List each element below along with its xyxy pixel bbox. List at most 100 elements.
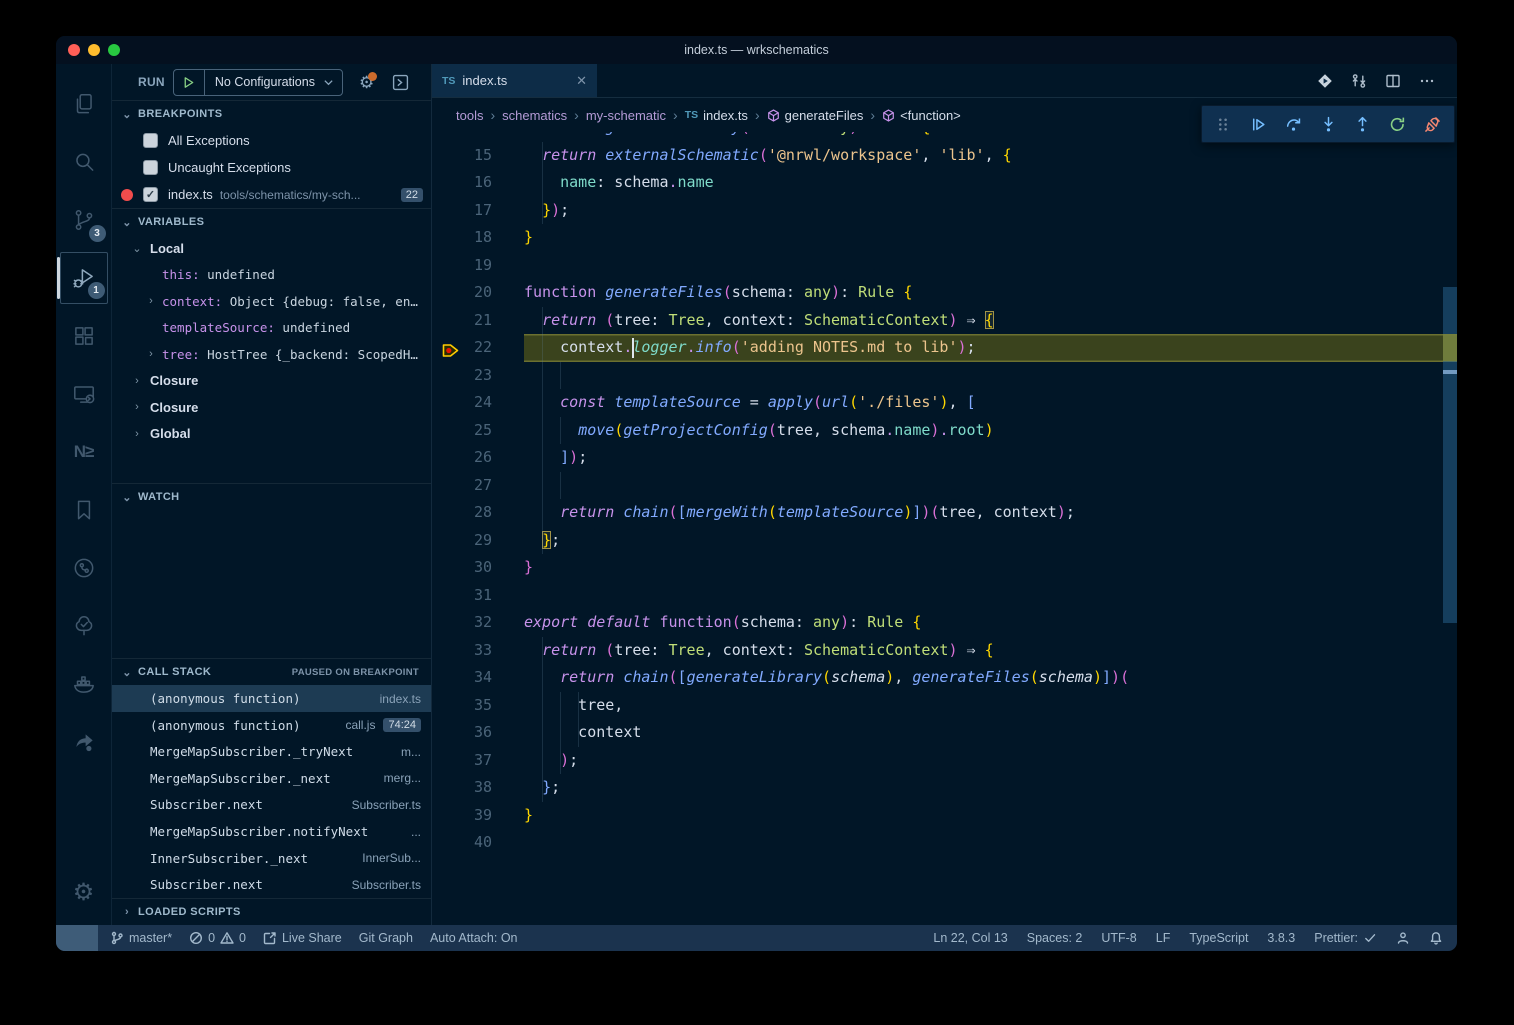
- close-tab-icon[interactable]: ✕: [576, 73, 587, 89]
- chevron-right-icon[interactable]: ›: [144, 348, 158, 360]
- status-indentation[interactable]: Spaces: 2: [1027, 931, 1083, 945]
- line-gutter[interactable]: 39: [432, 802, 524, 830]
- debug-console-panel-icon[interactable]: [392, 74, 409, 91]
- activity-nx-console-icon[interactable]: N≥: [60, 426, 108, 478]
- activity-timeline-icon[interactable]: [60, 542, 108, 594]
- code-line[interactable]: 39}: [432, 802, 1457, 830]
- call-stack-section-header[interactable]: ⌄ CALL STACK PAUSED ON BREAKPOINT: [112, 658, 431, 685]
- open-changes-icon[interactable]: [1317, 73, 1333, 89]
- line-gutter[interactable]: 37: [432, 747, 524, 775]
- line-gutter[interactable]: 27: [432, 472, 524, 500]
- activity-extensions-icon[interactable]: [60, 310, 108, 362]
- line-gutter[interactable]: 17: [432, 197, 524, 225]
- variable-row[interactable]: ›tree: HostTree {_backend: ScopedH…: [112, 341, 431, 368]
- code-line[interactable]: 32export default function(schema: any): …: [432, 609, 1457, 637]
- variable-scope-row[interactable]: ›Closure: [112, 394, 431, 421]
- status-prettier[interactable]: Prettier:: [1314, 931, 1377, 945]
- call-stack-frame[interactable]: MergeMapSubscriber.notifyNext...: [112, 818, 431, 845]
- code-line[interactable]: 17 });: [432, 197, 1457, 225]
- debug-settings-gear-icon[interactable]: ⚙: [359, 74, 374, 91]
- status-ts-version[interactable]: 3.8.3: [1267, 931, 1295, 945]
- call-stack-frame[interactable]: MergeMapSubscriber._nextmerg...: [112, 765, 431, 792]
- variable-scope-row[interactable]: ›Global: [112, 421, 431, 448]
- breakpoint-row[interactable]: All Exceptions: [112, 127, 431, 154]
- line-gutter[interactable]: 32: [432, 609, 524, 637]
- line-gutter[interactable]: 35: [432, 692, 524, 720]
- line-gutter[interactable]: 26: [432, 444, 524, 472]
- minimize-window-button[interactable]: [88, 44, 100, 56]
- chevron-right-icon[interactable]: ›: [130, 428, 144, 440]
- activity-search-icon[interactable]: [60, 136, 108, 188]
- chevron-right-icon[interactable]: ›: [130, 401, 144, 413]
- call-stack-frame[interactable]: MergeMapSubscriber._tryNextm...: [112, 738, 431, 765]
- variable-scope-row[interactable]: ⌄Local: [112, 235, 431, 262]
- status-feedback[interactable]: [1396, 931, 1410, 945]
- breadcrumb-item[interactable]: my-schematic: [586, 108, 666, 123]
- line-gutter[interactable]: 38: [432, 774, 524, 802]
- launch-config-combo[interactable]: No Configurations: [173, 69, 343, 96]
- step-into-icon[interactable]: [1315, 111, 1341, 137]
- loaded-scripts-section-header[interactable]: › LOADED SCRIPTS: [112, 898, 431, 925]
- activity-run-and-debug-icon[interactable]: 1: [60, 252, 108, 304]
- compare-changes-icon[interactable]: [1351, 73, 1367, 89]
- breadcrumb-item[interactable]: schematics: [502, 108, 567, 123]
- zoom-window-button[interactable]: [108, 44, 120, 56]
- step-out-icon[interactable]: [1350, 111, 1376, 137]
- status-cursor-position[interactable]: Ln 22, Col 13: [933, 931, 1007, 945]
- code-line[interactable]: 28 return chain([mergeWith(templateSourc…: [432, 499, 1457, 527]
- start-debug-icon[interactable]: [174, 70, 205, 95]
- line-gutter[interactable]: 30: [432, 554, 524, 582]
- call-stack-frame[interactable]: Subscriber.nextSubscriber.ts: [112, 792, 431, 819]
- code-editor[interactable]: 14function generateLibrary(schema: any):…: [432, 132, 1457, 925]
- activity-testing-icon[interactable]: [60, 600, 108, 652]
- close-window-button[interactable]: [68, 44, 80, 56]
- line-gutter[interactable]: 28: [432, 499, 524, 527]
- status-live-share[interactable]: Live Share: [263, 931, 342, 945]
- code-line[interactable]: 37 );: [432, 747, 1457, 775]
- disconnect-icon[interactable]: [1419, 111, 1445, 137]
- breakpoint-checkbox[interactable]: [143, 160, 158, 175]
- activity-remote-explorer-icon[interactable]: [60, 368, 108, 420]
- line-gutter[interactable]: 33: [432, 637, 524, 665]
- line-gutter[interactable]: 31: [432, 582, 524, 610]
- code-line[interactable]: 36 context: [432, 719, 1457, 747]
- line-gutter[interactable]: 24: [432, 389, 524, 417]
- watch-section-header[interactable]: ⌄ WATCH: [112, 483, 431, 510]
- variable-scope-row[interactable]: ›Closure: [112, 368, 431, 395]
- line-gutter[interactable]: 18: [432, 224, 524, 252]
- split-editor-icon[interactable]: [1385, 73, 1401, 89]
- status-problems[interactable]: 00: [189, 931, 246, 945]
- status-git-branch[interactable]: master*: [110, 931, 172, 945]
- restart-icon[interactable]: [1385, 111, 1411, 137]
- code-line[interactable]: 16 name: schema.name: [432, 169, 1457, 197]
- line-gutter[interactable]: 29: [432, 527, 524, 555]
- chevron-right-icon[interactable]: ›: [130, 375, 144, 387]
- chevron-down-icon[interactable]: [323, 77, 342, 88]
- code-line[interactable]: 19: [432, 252, 1457, 280]
- code-line[interactable]: 30}: [432, 554, 1457, 582]
- line-gutter[interactable]: 21: [432, 307, 524, 335]
- code-line[interactable]: 22 context.logger.info('adding NOTES.md …: [432, 334, 1457, 362]
- code-line[interactable]: 27: [432, 472, 1457, 500]
- code-line[interactable]: 33 return (tree: Tree, context: Schemati…: [432, 637, 1457, 665]
- breakpoints-section-header[interactable]: ⌄ BREAKPOINTS: [112, 100, 431, 127]
- activity-source-control-icon[interactable]: 3: [60, 194, 108, 246]
- call-stack-frame[interactable]: (anonymous function)index.ts: [112, 685, 431, 712]
- variable-row[interactable]: ›context: Object {debug: false, en…: [112, 288, 431, 315]
- code-line[interactable]: 38 };: [432, 774, 1457, 802]
- line-gutter[interactable]: 15: [432, 142, 524, 170]
- code-line[interactable]: 31: [432, 582, 1457, 610]
- status-notifications[interactable]: [1429, 931, 1443, 945]
- line-gutter[interactable]: 19: [432, 252, 524, 280]
- variable-row[interactable]: templateSource: undefined: [112, 315, 431, 342]
- breadcrumb-item[interactable]: <function>: [882, 108, 961, 123]
- step-over-icon[interactable]: [1280, 111, 1306, 137]
- editor-scrollbar[interactable]: [1443, 132, 1457, 925]
- line-gutter[interactable]: 20: [432, 279, 524, 307]
- code-line[interactable]: 40: [432, 829, 1457, 857]
- activity-live-share-icon[interactable]: [60, 716, 108, 768]
- line-gutter[interactable]: 22: [432, 334, 524, 362]
- code-line[interactable]: 23: [432, 362, 1457, 390]
- line-gutter[interactable]: 34: [432, 664, 524, 692]
- launch-config-label[interactable]: No Configurations: [205, 75, 323, 89]
